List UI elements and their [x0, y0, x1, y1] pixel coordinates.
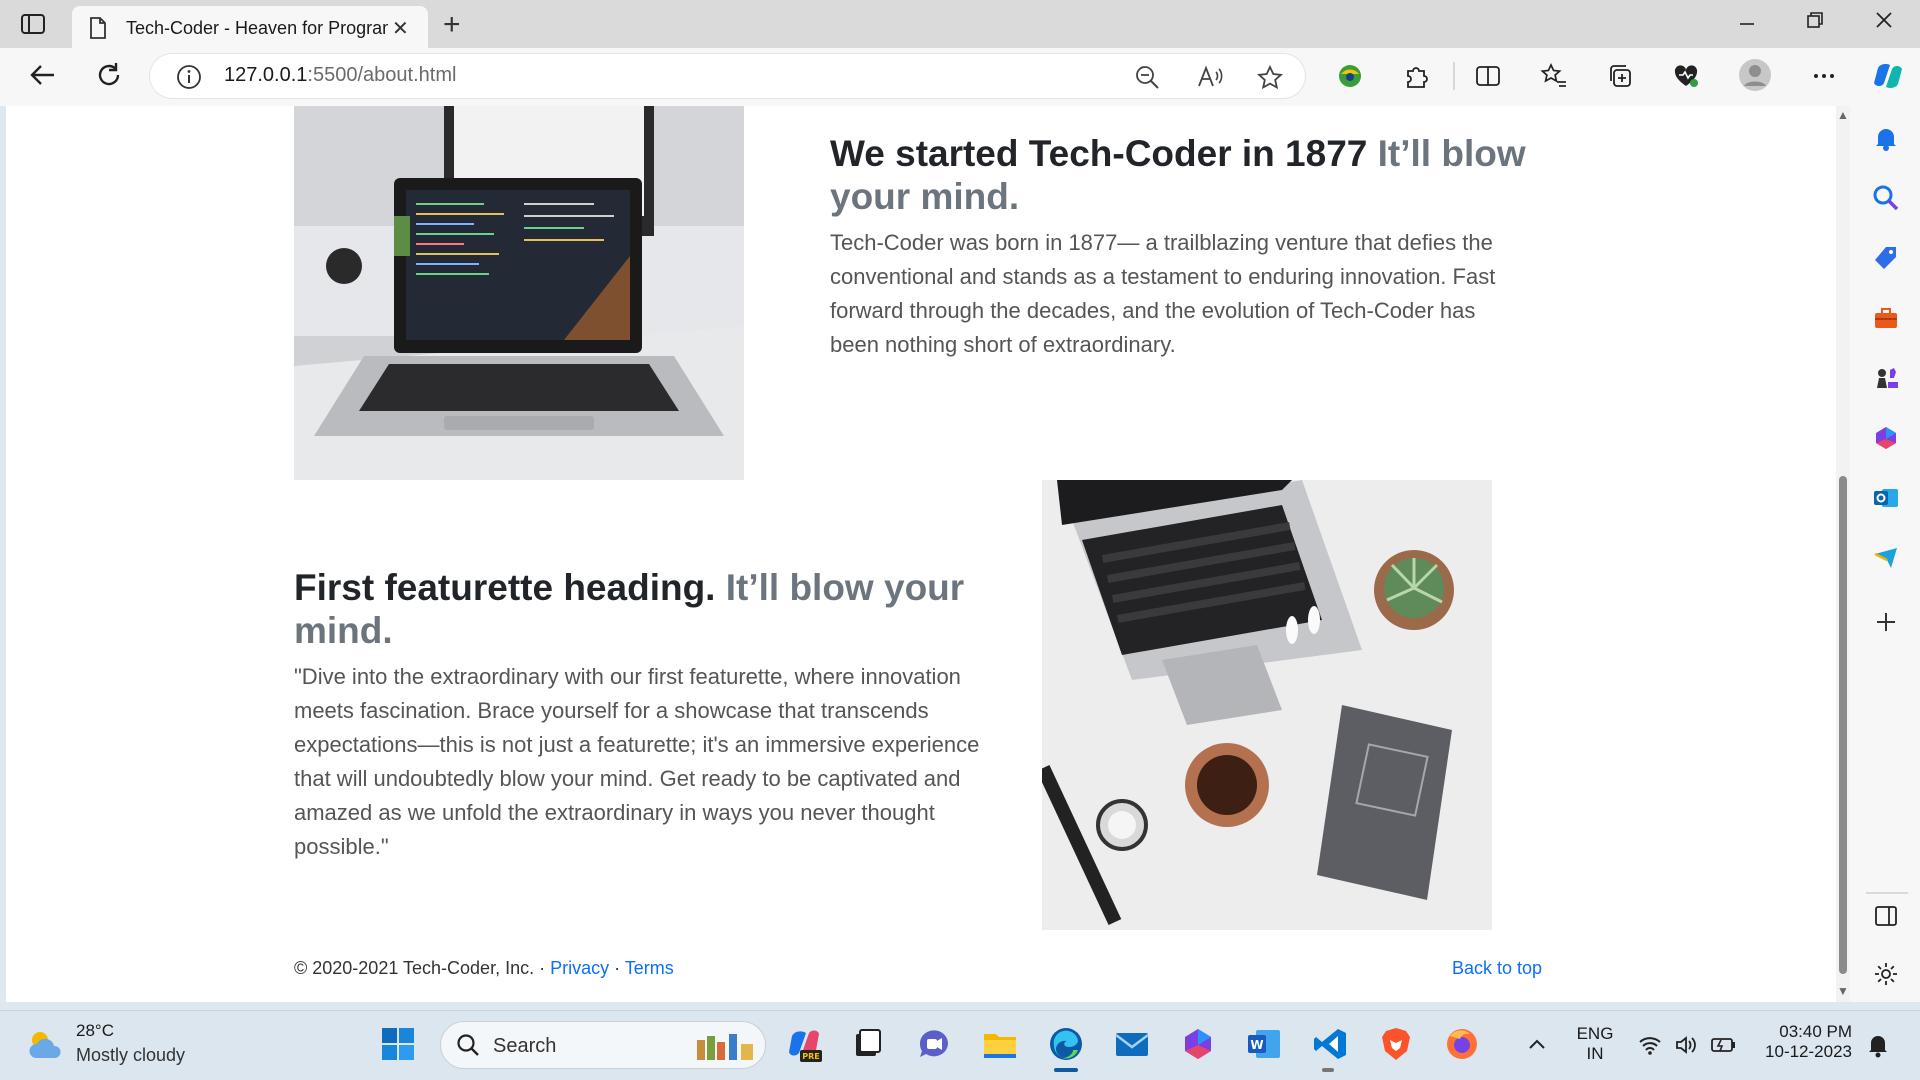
weather-cloud-icon[interactable] — [26, 1028, 66, 1067]
copilot-icon[interactable] — [1872, 60, 1902, 88]
extensions-puzzle-icon[interactable] — [1402, 62, 1430, 95]
vscode-running-indicator — [1322, 1068, 1334, 1072]
section2-heading-main: First featurette heading. — [294, 567, 716, 608]
laptop-photo — [294, 106, 744, 480]
copilot-app-icon[interactable] — [1180, 1026, 1216, 1062]
desk-flatlay-photo — [1042, 480, 1492, 930]
notifications-bell-icon[interactable] — [1872, 124, 1900, 152]
more-options-icon[interactable] — [1810, 62, 1838, 95]
page-icon — [88, 16, 108, 45]
edge-active-indicator — [1054, 1068, 1078, 1072]
copilot-preview-app-icon[interactable]: PRE — [786, 1026, 822, 1062]
close-window-icon[interactable] — [1874, 8, 1894, 38]
clock-date: 10-12-2023 — [1765, 1042, 1852, 1061]
extension-globe-icon[interactable] — [1336, 62, 1364, 95]
clock-time: 03:40 PM — [1779, 1022, 1852, 1041]
privacy-link[interactable]: Privacy — [550, 958, 609, 978]
vscode-icon[interactable] — [1312, 1026, 1348, 1062]
back-to-top-link[interactable]: Back to top — [1452, 958, 1542, 979]
search-highlight-books-icon — [693, 1030, 759, 1067]
outlook-icon[interactable] — [1872, 484, 1900, 512]
page-scrollbar[interactable]: ▲ ▼ — [1836, 106, 1850, 1002]
add-sidebar-app-icon[interactable] — [1872, 608, 1900, 636]
search-icon[interactable] — [1872, 184, 1900, 212]
scroll-up-icon[interactable]: ▲ — [1837, 108, 1849, 122]
zoom-out-icon[interactable] — [1134, 64, 1160, 95]
svg-text:PRE: PRE — [802, 1052, 820, 1061]
url-text: 127.0.0.1:5500/about.html — [224, 64, 456, 87]
language-code: ENG — [1576, 1024, 1614, 1043]
tab-close-icon[interactable]: ✕ — [392, 16, 409, 41]
brave-browser-icon[interactable] — [1378, 1026, 1414, 1062]
weather-temp[interactable]: 28°C — [76, 1021, 114, 1041]
word-icon[interactable]: W — [1246, 1026, 1282, 1062]
site-info-icon[interactable] — [176, 64, 202, 95]
terms-link[interactable]: Terms — [625, 958, 674, 978]
back-icon[interactable] — [28, 60, 58, 97]
favorites-icon[interactable] — [1540, 62, 1568, 95]
edge-browser-icon[interactable] — [1048, 1026, 1084, 1062]
windows-taskbar — [0, 1010, 1920, 1080]
teams-chat-icon[interactable] — [916, 1026, 952, 1062]
task-view-icon[interactable] — [850, 1026, 886, 1062]
section2-text: "Dive into the extraordinary with our fi… — [294, 664, 980, 859]
games-chess-icon[interactable] — [1872, 364, 1900, 392]
section1-heading-main: We started Tech-Coder in 1877 — [830, 133, 1368, 174]
settings-gear-icon[interactable] — [1872, 960, 1900, 988]
sidebar-divider — [1866, 882, 1908, 894]
firefox-icon[interactable] — [1444, 1026, 1480, 1062]
notification-bell-icon[interactable] — [1866, 1032, 1890, 1063]
browser-essentials-icon[interactable] — [1672, 62, 1700, 95]
taskbar-search-input[interactable]: Search — [440, 1021, 766, 1069]
clock[interactable]: 03:40 PM 10-12-2023 — [1756, 1022, 1852, 1062]
page-viewport: We started Tech-Coder in 1877 It’ll blow… — [6, 106, 1840, 1002]
section2-heading: First featurette heading. It’ll blow you… — [294, 566, 994, 652]
send-paper-plane-icon[interactable] — [1872, 544, 1900, 572]
weather-description[interactable]: Mostly cloudy — [76, 1045, 185, 1066]
active-tab[interactable]: Tech-Coder - Heaven for Programmers ✕ — [72, 6, 428, 48]
tray-overflow-chevron-icon[interactable] — [1526, 1034, 1548, 1059]
footer-separator: · — [609, 958, 625, 978]
url-path: :5500/about.html — [307, 64, 457, 86]
new-tab-button[interactable]: + — [443, 8, 461, 42]
section1-heading: We started Tech-Coder in 1877 It’ll blow… — [830, 132, 1530, 218]
start-windows-icon[interactable] — [380, 1026, 416, 1067]
tab-title: Tech-Coder - Heaven for Programmers — [126, 18, 388, 38]
taskbar-search-label: Search — [493, 1035, 557, 1057]
volume-icon[interactable] — [1674, 1034, 1698, 1061]
restore-icon[interactable] — [1806, 8, 1824, 38]
refresh-icon[interactable] — [94, 60, 124, 97]
minimize-icon[interactable] — [1738, 8, 1756, 38]
microsoft365-icon[interactable] — [1872, 424, 1900, 452]
copyright-text: © 2020-2021 Tech-Coder, Inc. · — [294, 958, 551, 978]
tab-actions-icon[interactable] — [20, 12, 50, 36]
scroll-down-icon[interactable]: ▼ — [1837, 984, 1849, 998]
hide-sidebar-icon[interactable] — [1872, 902, 1900, 930]
section1-text: Tech-Coder was born in 1877— a trailblaz… — [830, 230, 1496, 357]
favorite-star-icon[interactable] — [1256, 64, 1284, 97]
file-explorer-icon[interactable] — [982, 1026, 1018, 1062]
address-input[interactable]: 127.0.0.1:5500/about.html — [150, 54, 1305, 98]
scroll-thumb[interactable] — [1839, 476, 1847, 974]
url-host: 127.0.0.1 — [224, 64, 308, 86]
profile-avatar[interactable] — [1738, 58, 1772, 97]
language-indicator[interactable]: ENG IN — [1574, 1024, 1616, 1064]
language-region: IN — [1586, 1044, 1604, 1063]
taskbar-search-icon — [455, 1032, 481, 1063]
collections-icon[interactable] — [1606, 62, 1634, 95]
battery-charging-icon[interactable] — [1710, 1034, 1738, 1061]
toolbar-divider — [1452, 60, 1456, 97]
split-screen-icon[interactable] — [1474, 62, 1502, 95]
tools-briefcase-icon[interactable] — [1872, 304, 1900, 332]
wifi-icon[interactable] — [1638, 1034, 1662, 1061]
footer-copyright: © 2020-2021 Tech-Coder, Inc. · Privacy ·… — [294, 958, 674, 979]
svg-text:W: W — [1250, 1038, 1263, 1052]
mail-icon[interactable] — [1114, 1026, 1150, 1062]
shopping-tag-icon[interactable] — [1872, 244, 1900, 272]
read-aloud-icon[interactable] — [1196, 64, 1224, 95]
